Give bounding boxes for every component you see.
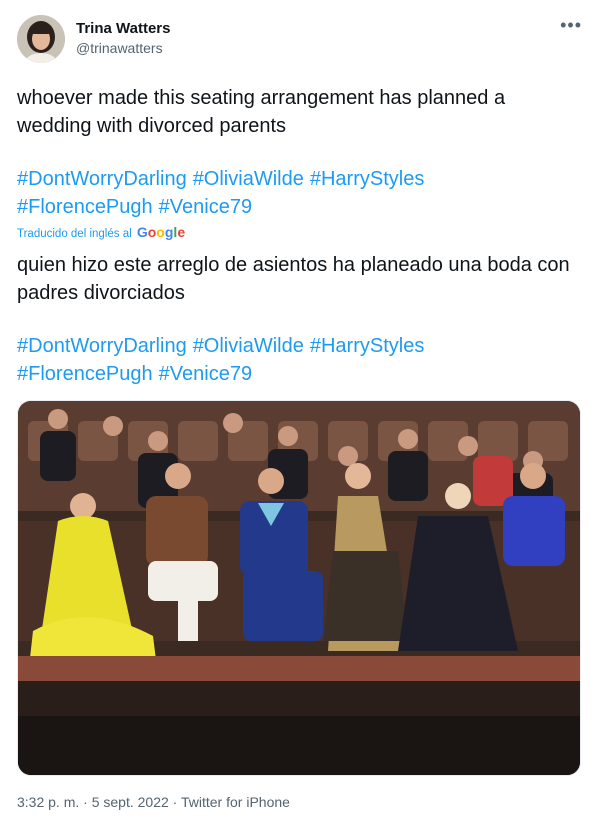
meta-separator: · [79,794,92,810]
translated-hashtags: #DontWorryDarling #OliviaWilde #HarryStyle… [17,332,582,388]
author-name[interactable]: Trina Watters [76,20,170,37]
hashtag-link[interactable]: #FlorencePugh [17,363,153,385]
more-options-icon[interactable]: ••• [560,16,582,34]
hashtag-link[interactable]: #OliviaWilde [193,335,304,357]
tweet-time[interactable]: 3:32 p. m. [17,794,79,810]
tweet-source[interactable]: Twitter for iPhone [181,794,290,810]
tweet-photo[interactable] [17,400,581,776]
translated-by-label[interactable]: Traducido del inglés al Google [17,224,185,240]
translated-text: quien hizo este arreglo de asientos ha p… [17,254,570,304]
tweet-date[interactable]: 5 sept. 2022 [92,794,169,810]
profile-photo-icon [17,15,65,63]
avatar[interactable] [17,15,65,63]
hashtag-link[interactable]: #OliviaWilde [193,168,304,190]
author-handle[interactable]: @trinawatters [76,40,163,56]
hashtag-link[interactable]: #DontWorryDarling [17,335,187,357]
hashtag-link[interactable]: #DontWorryDarling [17,168,187,190]
tweet-hashtags: #DontWorryDarling #OliviaWilde #HarryStyle… [17,165,582,221]
hashtag-link[interactable]: #HarryStyles [310,168,424,190]
seating-photo [18,401,580,775]
tweet-meta: 3:32 p. m. · 5 sept. 2022 · Twitter for … [17,794,290,810]
hashtag-link[interactable]: #Venice79 [159,363,252,385]
tweet-text: whoever made this seating arrangement ha… [17,87,506,137]
hashtag-link[interactable]: #HarryStyles [310,335,424,357]
translated-label-text: Traducido del inglés al [17,228,132,240]
hashtag-link[interactable]: #FlorencePugh [17,196,153,218]
hashtag-link[interactable]: #Venice79 [159,196,252,218]
meta-separator: · [168,794,181,810]
tweet-header: Trina Watters @trinawatters ••• [17,15,582,65]
google-logo: Google [136,224,186,240]
